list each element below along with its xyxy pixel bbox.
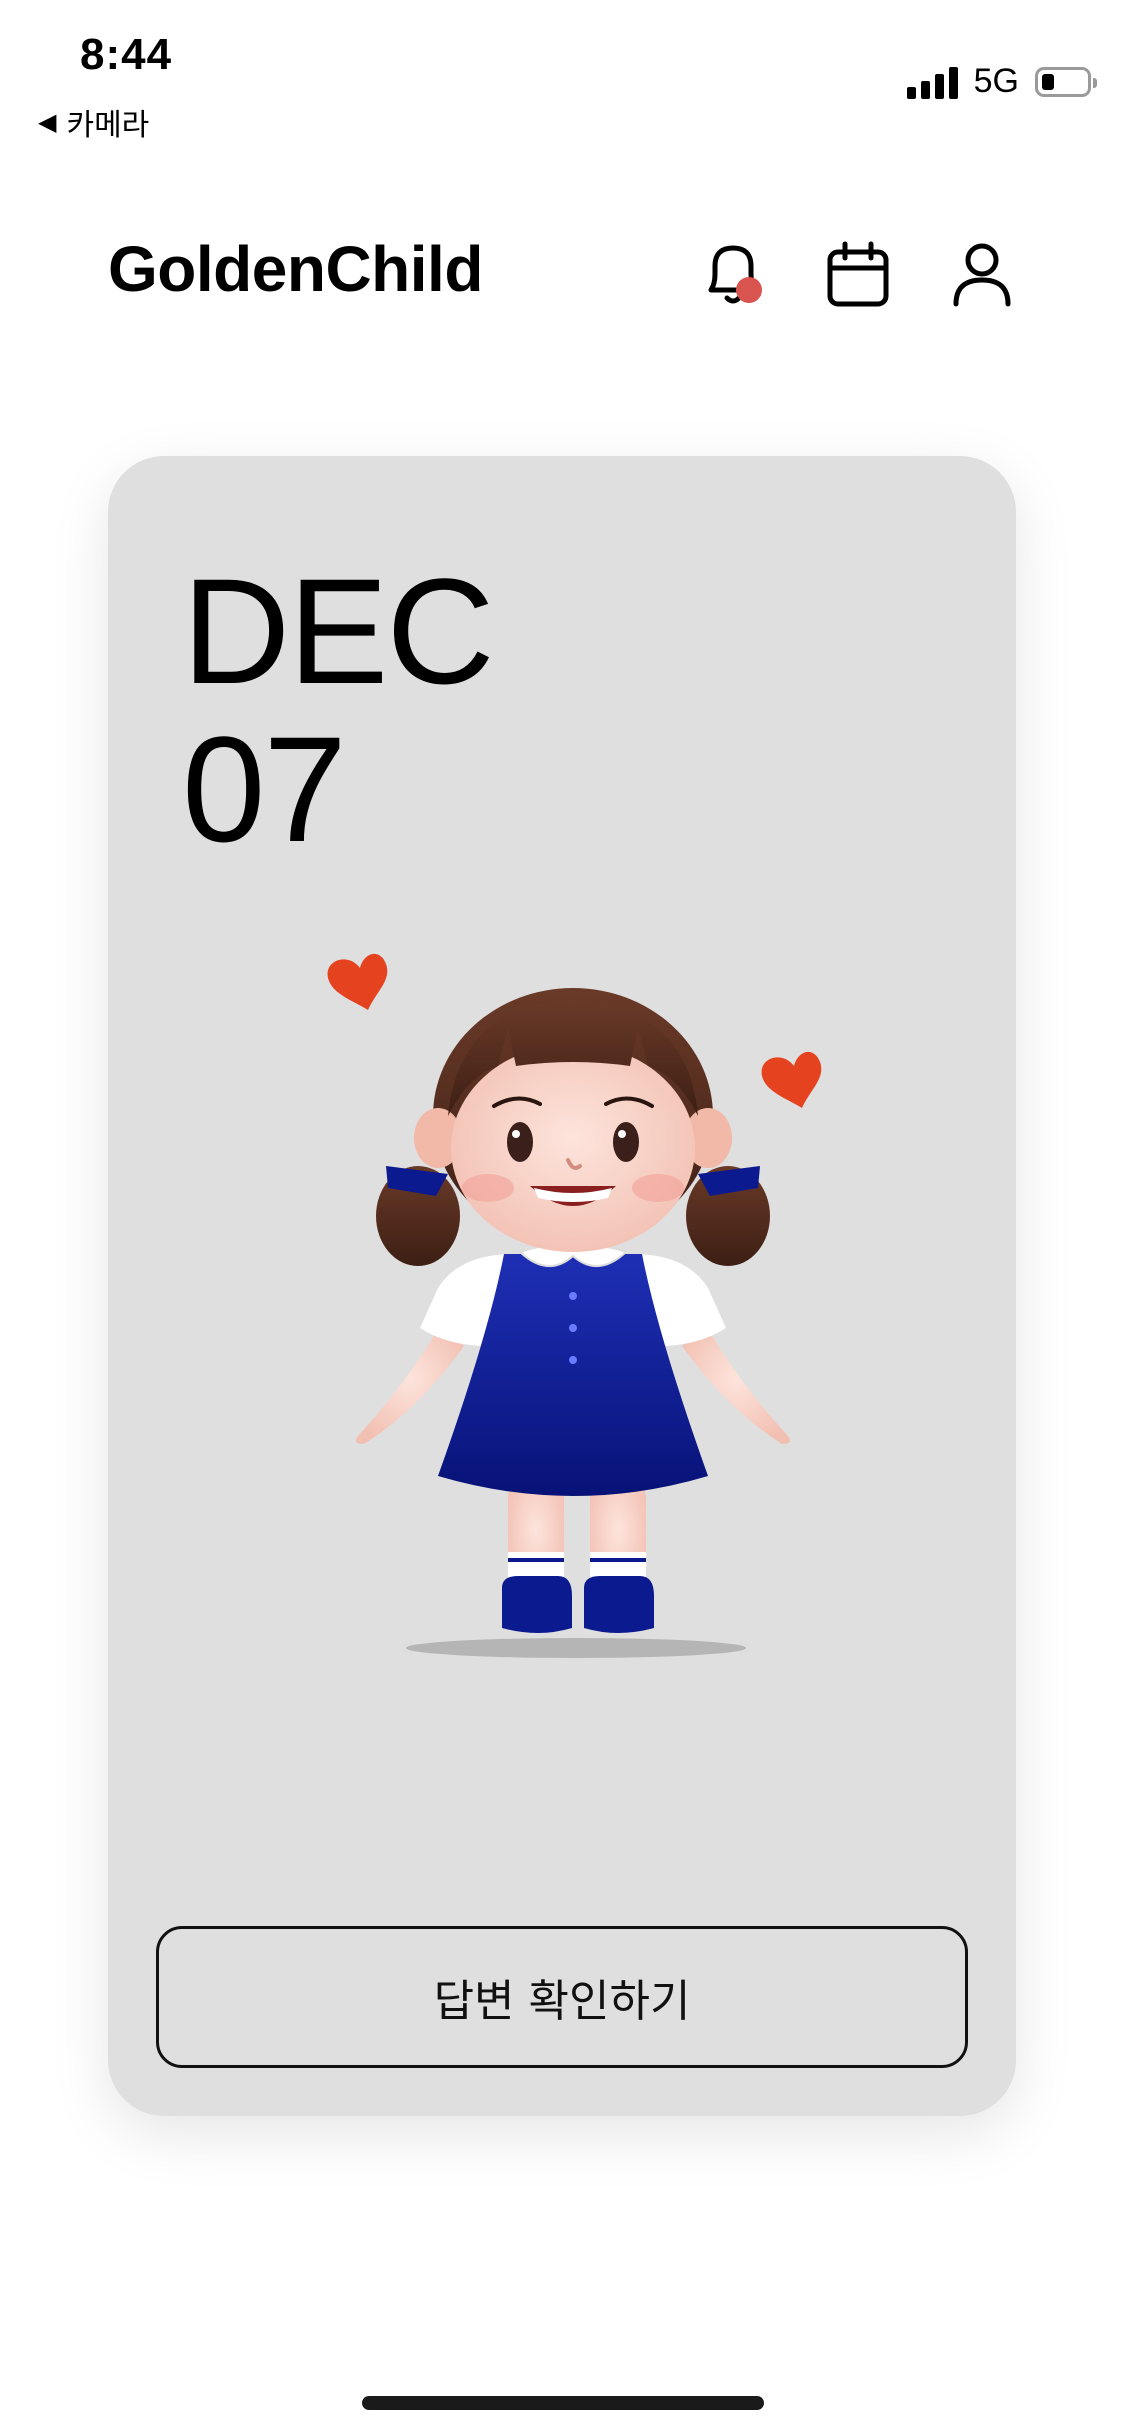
home-indicator[interactable] (362, 2396, 764, 2410)
status-time: 8:44 (80, 30, 173, 79)
date-month: DEC (182, 547, 495, 715)
calendar-button[interactable] (825, 240, 891, 310)
date-day: 07 (182, 705, 347, 873)
back-triangle-icon: ◀ (38, 108, 57, 136)
notification-dot (736, 277, 762, 303)
status-indicators: 5G (906, 62, 1097, 101)
user-icon (953, 243, 1011, 307)
cellular-signal-icon (906, 65, 958, 99)
battery-icon (1035, 66, 1097, 97)
notifications-button[interactable] (701, 240, 767, 310)
calendar-icon (827, 241, 889, 307)
child-character-illustration (327, 953, 822, 1658)
heart-left (327, 953, 388, 1010)
heart-right (761, 1051, 822, 1108)
daily-question-card: DEC 07 답변 확인하기 (108, 456, 1016, 2116)
header-actions (701, 240, 1015, 310)
check-answer-button[interactable]: 답변 확인하기 (156, 1926, 968, 2068)
network-type: 5G (973, 62, 1019, 100)
app-title: GoldenChild (108, 233, 483, 305)
back-to-app-link[interactable]: ◀ 카메라 (38, 100, 149, 144)
profile-button[interactable] (949, 240, 1015, 310)
back-app-label: 카메라 (66, 109, 150, 142)
bell-icon (708, 245, 762, 304)
